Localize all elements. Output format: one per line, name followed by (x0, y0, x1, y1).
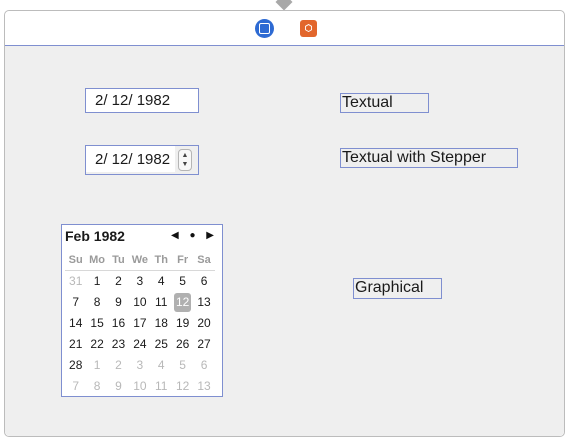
scene-title-bar: ⬡ (5, 11, 564, 46)
calendar-day[interactable]: 13 (193, 376, 214, 397)
calendar-day[interactable]: 4 (151, 355, 172, 376)
view-canvas: 2/ 12/ 1982 2/ 12/ 1982 ▲ ▼ Textual Text… (5, 46, 564, 436)
label-graphical[interactable]: Graphical (353, 278, 442, 299)
calendar-day[interactable]: 27 (193, 334, 214, 355)
calendar-day[interactable]: 1 (86, 355, 107, 376)
calendar-day[interactable]: 21 (65, 334, 86, 355)
stepper-down-icon[interactable]: ▼ (179, 160, 191, 169)
date-stepper[interactable]: ▲ ▼ (178, 149, 192, 171)
label-textual-with-stepper-text: Textual with Stepper (342, 149, 487, 166)
view-controller-icon[interactable] (255, 19, 274, 38)
label-textual[interactable]: Textual (340, 93, 429, 113)
calendar-nav-icons[interactable]: ◀ ● ▶ (171, 230, 218, 241)
calendar-day[interactable]: 24 (129, 334, 150, 355)
stepper-up-icon[interactable]: ▲ (179, 151, 191, 160)
calendar-day[interactable]: 20 (193, 313, 214, 334)
calendar-day[interactable]: 4 (151, 271, 172, 292)
view-controller-scene[interactable]: ⬡ 2/ 12/ 1982 2/ 12/ 1982 ▲ ▼ Textual Te… (4, 10, 565, 437)
weekday-header: We (129, 250, 151, 271)
calendar-day[interactable]: 3 (129, 271, 150, 292)
calendar-day[interactable]: 13 (193, 292, 214, 313)
label-graphical-text: Graphical (355, 279, 424, 296)
graphical-date-picker[interactable]: Feb 1982 ◀ ● ▶ Su Mo Tu We Th Fr Sa 31 1 2 3 4 5 6 7 8 9… (61, 224, 223, 397)
weekday-header: Tu (107, 250, 130, 271)
calendar-day[interactable]: 6 (193, 355, 214, 376)
scene-dock-indicator (275, 0, 293, 11)
calendar-day[interactable]: 18 (151, 313, 172, 334)
calendar-day[interactable]: 5 (172, 355, 193, 376)
calendar-day[interactable]: 8 (86, 376, 107, 397)
weekday-header: Fr (171, 250, 194, 271)
calendar-day-selected[interactable]: 12 (172, 292, 193, 313)
stepper-date-field[interactable]: 2/ 12/ 1982 (86, 146, 175, 172)
object-cube-icon[interactable]: ⬡ (300, 20, 317, 37)
calendar-day[interactable]: 23 (108, 334, 129, 355)
weekday-header: Mo (86, 250, 108, 271)
weekday-header: Th (150, 250, 172, 271)
calendar-day[interactable]: 7 (65, 292, 86, 313)
calendar-day[interactable]: 2 (108, 271, 129, 292)
stepper-date-picker[interactable]: 2/ 12/ 1982 ▲ ▼ (85, 145, 199, 175)
calendar-day[interactable]: 6 (193, 271, 214, 292)
calendar-day[interactable]: 16 (108, 313, 129, 334)
date-picker-value: 2/ 12/ 1982 (95, 92, 171, 109)
calendar-day[interactable]: 11 (151, 376, 172, 397)
calendar-day[interactable]: 2 (108, 355, 129, 376)
calendar-day[interactable]: 19 (172, 313, 193, 334)
calendar-day[interactable]: 26 (172, 334, 193, 355)
calendar-day[interactable]: 3 (129, 355, 150, 376)
calendar-day[interactable]: 17 (129, 313, 150, 334)
label-textual-text: Textual (342, 94, 393, 111)
label-textual-with-stepper[interactable]: Textual with Stepper (340, 148, 518, 168)
calendar-day[interactable]: 5 (172, 271, 193, 292)
calendar-day[interactable]: 14 (65, 313, 86, 334)
calendar-day[interactable]: 15 (86, 313, 107, 334)
calendar-day[interactable]: 31 (65, 271, 86, 292)
weekday-header: Su (65, 250, 87, 271)
calendar-day[interactable]: 9 (108, 292, 129, 313)
calendar-month-label: Feb 1982 (65, 228, 125, 244)
calendar-day[interactable]: 10 (129, 376, 150, 397)
weekday-header: Sa (193, 250, 215, 271)
calendar-day[interactable]: 10 (129, 292, 150, 313)
calendar-day[interactable]: 11 (151, 292, 172, 313)
calendar-day[interactable]: 1 (86, 271, 107, 292)
calendar-day[interactable]: 22 (86, 334, 107, 355)
stepper-date-value: 2/ 12/ 1982 (95, 151, 171, 168)
calendar-day[interactable]: 12 (172, 376, 193, 397)
textual-date-picker[interactable]: 2/ 12/ 1982 (85, 88, 199, 113)
calendar-grid: Su Mo Tu We Th Fr Sa 31 1 2 3 4 5 6 7 8 9 10 11 12 13 14 15 16 1… (65, 250, 220, 397)
calendar-day[interactable]: 8 (86, 292, 107, 313)
calendar-day[interactable]: 7 (65, 376, 86, 397)
calendar-day[interactable]: 28 (65, 355, 86, 376)
calendar-day[interactable]: 25 (151, 334, 172, 355)
calendar-day[interactable]: 9 (108, 376, 129, 397)
